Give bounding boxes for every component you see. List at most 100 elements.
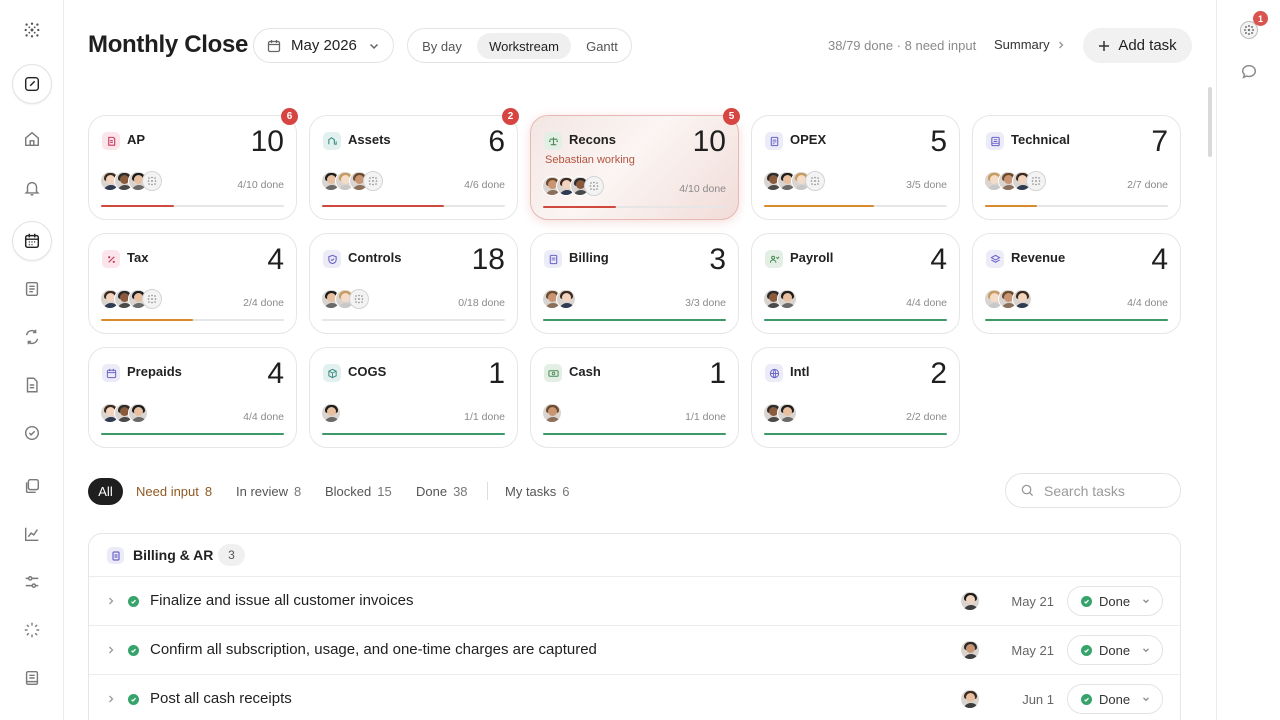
task-assignee-avatar[interactable] [960, 689, 980, 709]
view-workstream[interactable]: Workstream [477, 33, 571, 59]
task-row[interactable]: Post all cash receipts Jun 1 Done [89, 675, 1180, 720]
card-assignees [542, 176, 604, 196]
task-status-dropdown[interactable]: Done [1067, 635, 1163, 665]
task-assignee-avatar[interactable] [960, 640, 980, 660]
copy-icon[interactable] [12, 466, 52, 506]
card-name: COGS [348, 364, 387, 379]
card-progress-fill [101, 433, 284, 435]
search-box[interactable] [1005, 473, 1181, 508]
workstream-card-cash[interactable]: Cash 1 1/1 done [530, 347, 739, 448]
task-due-date: May 21 [1011, 594, 1054, 609]
card-progress-bar [543, 319, 726, 321]
chart-icon[interactable] [12, 514, 52, 554]
card-assignees [763, 171, 825, 191]
task-row[interactable]: Finalize and issue all customer invoices… [89, 577, 1180, 626]
notebook-icon[interactable] [12, 658, 52, 698]
filter-count: 6 [562, 484, 570, 499]
invoice-icon [107, 547, 124, 564]
filter-label: My tasks [505, 484, 557, 499]
expand-chevron-icon[interactable] [106, 694, 116, 704]
avatar [542, 403, 562, 423]
workstream-card-tax[interactable]: Tax 4 2/4 done [88, 233, 297, 334]
expand-chevron-icon[interactable] [106, 645, 116, 655]
card-assignees [984, 171, 1046, 191]
check-circle-icon[interactable] [12, 413, 52, 453]
filter-count: 15 [377, 484, 392, 499]
card-done-count: 0/18 done [458, 297, 505, 309]
compose-icon[interactable] [12, 64, 52, 104]
card-name: Prepaids [127, 364, 182, 379]
card-done-count: 4/10 done [679, 183, 726, 195]
filter-done[interactable]: Done 38 [416, 478, 468, 505]
workstream-card-assets[interactable]: Assets 6 4/6 done [309, 115, 518, 220]
workstream-card-billing[interactable]: Billing 3 3/3 done [530, 233, 739, 334]
card-count: 10 [692, 125, 726, 158]
people-icon [765, 250, 783, 268]
card-done-count: 1/1 done [464, 411, 505, 423]
card-progress-fill [322, 433, 505, 435]
scale-icon [544, 132, 562, 150]
scrollbar-thumb[interactable] [1208, 87, 1212, 157]
card-count: 1 [709, 357, 726, 390]
task-status-dropdown[interactable]: Done [1067, 684, 1163, 714]
workstream-card-ap[interactable]: AP 10 4/10 done [88, 115, 297, 220]
workstream-card-payroll[interactable]: Payroll 4 4/4 done [751, 233, 960, 334]
workstream-card-revenue[interactable]: Revenue 4 4/4 done [972, 233, 1181, 334]
bell-icon[interactable] [12, 168, 52, 208]
workstream-card-controls[interactable]: Controls 18 0/18 done [309, 233, 518, 334]
document-icon[interactable] [12, 269, 52, 309]
filter-all[interactable]: All [88, 478, 123, 505]
workstream-card-technical[interactable]: Technical 7 2/7 done [972, 115, 1181, 220]
workstream-card-prepaids[interactable]: Prepaids 4 4/4 done [88, 347, 297, 448]
card-name: Controls [348, 250, 402, 265]
card-count: 7 [1151, 125, 1168, 158]
check-icon [1081, 595, 1092, 607]
card-done-count: 4/4 done [243, 411, 284, 423]
page-title: Monthly Close [88, 31, 249, 58]
home-icon[interactable] [12, 119, 52, 159]
filter-blocked[interactable]: Blocked 15 [325, 478, 392, 505]
add-task-button[interactable]: Add task [1083, 28, 1192, 63]
card-progress-bar [543, 206, 726, 208]
progress-meta: 38/79 done · 8 need input [828, 38, 977, 53]
search-input[interactable] [1044, 482, 1174, 499]
file-icon[interactable] [12, 365, 52, 405]
task-status-dropdown[interactable]: Done [1067, 586, 1163, 616]
task-row[interactable]: Confirm all subscription, usage, and one… [89, 626, 1180, 675]
card-name: Technical [1011, 132, 1071, 147]
sliders-icon[interactable] [12, 562, 52, 602]
summary-link[interactable]: Summary [994, 37, 1066, 52]
unassigned-avatar-icon [142, 171, 162, 191]
loader-icon[interactable] [12, 610, 52, 650]
filter-my-tasks[interactable]: My tasks 6 [505, 478, 570, 505]
filter-in-review[interactable]: In review 8 [236, 478, 301, 505]
avatar [128, 403, 148, 423]
filter-count: 38 [453, 484, 468, 499]
card-count: 3 [709, 243, 726, 276]
card-progress-bar [764, 433, 947, 435]
card-progress-bar [764, 319, 947, 321]
task-group-header[interactable]: Billing & AR 3 [89, 534, 1180, 577]
period-picker[interactable]: May 2026 [253, 28, 394, 63]
workstream-card-cogs[interactable]: COGS 1 1/1 done [309, 347, 518, 448]
check-icon [1081, 693, 1092, 705]
card-name: Intl [790, 364, 810, 379]
cash-icon [544, 364, 562, 382]
expand-chevron-icon[interactable] [106, 596, 116, 606]
workstream-card-recons[interactable]: Recons 10 Sebastian working 4/10 done [530, 115, 739, 220]
view-by-day[interactable]: By day [414, 33, 470, 59]
chat-icon[interactable] [1239, 62, 1259, 82]
filter-need-input[interactable]: Need input 8 [136, 478, 212, 505]
workstream-card-opex[interactable]: OPEX 5 3/5 done [751, 115, 960, 220]
card-name: Recons [569, 132, 616, 147]
unassigned-avatar-icon [349, 289, 369, 309]
app-logo-icon[interactable] [12, 10, 52, 50]
calendar-icon[interactable] [12, 221, 52, 261]
workstream-card-intl[interactable]: Intl 2 2/2 done [751, 347, 960, 448]
card-name: Revenue [1011, 250, 1066, 265]
view-gantt[interactable]: Gantt [576, 33, 628, 59]
sync-icon[interactable] [12, 317, 52, 357]
card-done-count: 1/1 done [685, 411, 726, 423]
period-label: May 2026 [291, 37, 357, 54]
task-assignee-avatar[interactable] [960, 591, 980, 611]
